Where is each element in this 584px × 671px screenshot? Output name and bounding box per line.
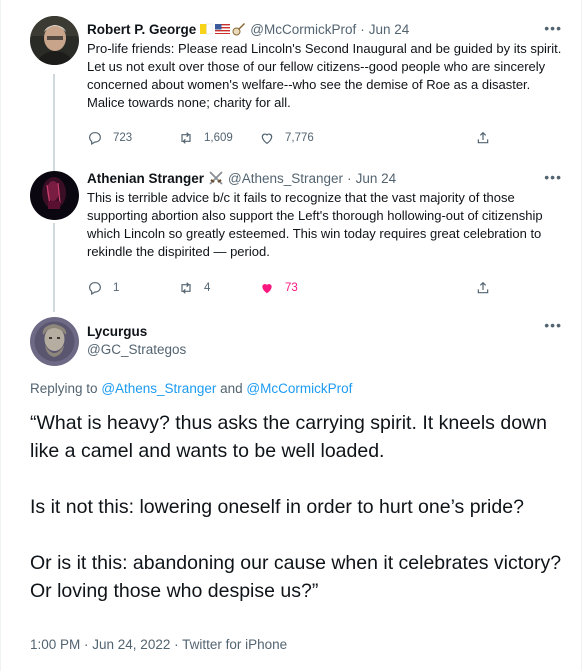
handle[interactable]: @Athens_Stranger	[228, 171, 343, 186]
handle[interactable]: @McCormickProf	[250, 22, 356, 37]
retweet-button[interactable]: 1,609	[178, 130, 233, 146]
reply-button[interactable]: 1	[87, 280, 119, 296]
tweet-actions: 1 4 73	[87, 279, 497, 297]
reply-count: 1	[113, 282, 120, 294]
reply-mention-link[interactable]: @McCormickProf	[246, 381, 352, 396]
handle[interactable]: @GC_Strategos	[87, 341, 186, 359]
tweet-header: Robert P. George @McCormickProf · Jun 24	[87, 20, 409, 38]
timestamp[interactable]: Jun 24	[356, 171, 397, 186]
share-icon	[477, 131, 489, 144]
share-button[interactable]	[475, 280, 491, 296]
heart-filled-icon	[262, 284, 272, 294]
like-count: 73	[285, 282, 298, 294]
like-button[interactable]: 7,776	[259, 130, 314, 146]
separator-dot: ·	[347, 170, 352, 186]
retweet-count: 1,609	[204, 132, 233, 144]
tweet-actions: 723 1,609 7,776	[87, 129, 497, 147]
tweet-text: Pro-life friends: Please read Lincoln's …	[87, 41, 562, 110]
replying-conjunction: and	[220, 381, 243, 396]
reply-mention-link[interactable]: @Athens_Stranger	[101, 381, 216, 396]
avatar[interactable]	[30, 16, 79, 65]
banjo-icon	[232, 22, 246, 36]
display-name[interactable]: Robert P. George	[87, 22, 196, 37]
tweet-robert-george[interactable]: Robert P. George @McCormickProf · Jun 24…	[0, 8, 584, 175]
more-options-icon[interactable]: •••	[544, 20, 562, 36]
tweet-paragraph: “What is heavy? thus asks the carrying s…	[30, 412, 547, 462]
more-options-icon[interactable]: •••	[544, 169, 562, 185]
avatar[interactable]	[30, 171, 79, 220]
reply-icon	[89, 282, 101, 296]
tweet-header: Athenian Stranger @Athens_Stranger · Jun…	[87, 169, 396, 187]
replying-prefix: Replying to	[30, 381, 98, 396]
display-name[interactable]: Lycurgus	[87, 324, 147, 339]
tweet-timestamp-footer[interactable]: 1:00 PM · Jun 24, 2022 · Twitter for iPh…	[30, 637, 287, 652]
heart-icon	[261, 133, 273, 145]
flag-us-icon	[215, 24, 231, 34]
tweet-text: “What is heavy? thus asks the carrying s…	[30, 409, 570, 633]
separator-dot: ·	[360, 21, 365, 37]
like-button[interactable]: 73	[259, 280, 298, 296]
flag-vatican-icon	[200, 23, 214, 35]
avatar[interactable]	[30, 317, 79, 366]
tweet-paragraph: Or is it this: abandoning our cause when…	[30, 552, 562, 602]
retweet-button[interactable]: 4	[178, 280, 210, 296]
tweet-lycurgus-focused: Lycurgus @GC_Strategos ••• Replying to @…	[0, 311, 584, 671]
thread-line	[53, 223, 55, 312]
reply-button[interactable]: 723	[87, 130, 132, 146]
share-button[interactable]	[475, 130, 491, 146]
name-emojis	[200, 22, 246, 36]
share-icon	[477, 281, 489, 294]
tweet-athenian-stranger[interactable]: Athenian Stranger @Athens_Stranger · Jun…	[0, 163, 584, 312]
replying-to: Replying to @Athens_Stranger and @McCorm…	[30, 381, 352, 396]
reply-icon	[89, 132, 101, 146]
retweet-icon	[181, 132, 191, 144]
reply-count: 723	[113, 132, 133, 144]
tweet-text: This is terrible advice b/c it fails to …	[87, 190, 543, 259]
tweet-paragraph: Is it not this: lowering oneself in orde…	[30, 496, 524, 518]
more-options-icon[interactable]: •••	[544, 317, 562, 333]
name-emojis	[208, 171, 224, 185]
like-count: 7,776	[285, 132, 314, 144]
timestamp[interactable]: Jun 24	[369, 22, 410, 37]
display-name[interactable]: Athenian Stranger	[87, 171, 204, 186]
author-block[interactable]: Lycurgus @GC_Strategos	[87, 323, 186, 359]
retweet-icon	[181, 282, 191, 294]
thread-line	[53, 74, 55, 175]
retweet-count: 4	[204, 282, 211, 294]
crossed-swords-icon	[209, 171, 223, 185]
